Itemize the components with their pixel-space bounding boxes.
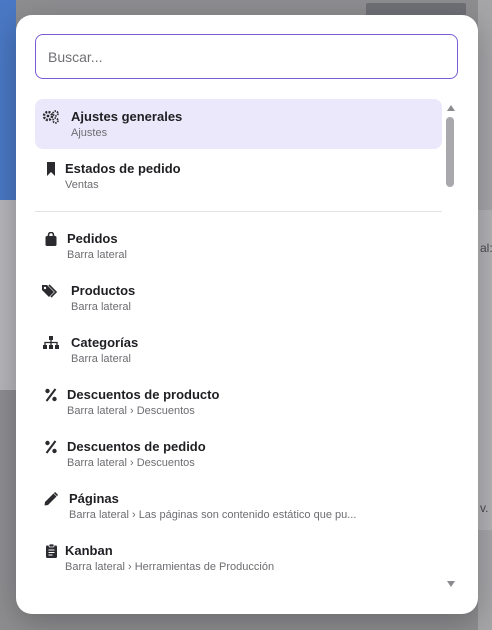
background-sidebar [0,0,16,200]
results-list: Ajustes generales Ajustes Estados de ped… [16,99,446,599]
result-title: Categorías [71,335,139,350]
background-text: al: [480,241,492,255]
result-item-categorias[interactable]: Categorías Barra lateral [35,325,442,375]
result-item-paginas[interactable]: Páginas Barra lateral › Las páginas son … [35,481,442,531]
result-subtitle: Ventas [65,179,99,191]
result-subtitle: Barra lateral [67,249,127,261]
background-panel-left [0,200,16,390]
result-title: Productos [71,283,136,298]
bookmark-icon [42,161,60,177]
result-subtitle: Barra lateral › Las páginas son contenid… [69,509,357,521]
result-item-descuentos-de-pedido[interactable]: Descuentos de pedido Barra lateral › Des… [35,429,442,479]
section-divider [35,211,442,212]
result-item-estados-de-pedido[interactable]: Estados de pedido Ventas [35,151,442,201]
scrollbar[interactable] [444,103,456,593]
result-item-kanban[interactable]: Kanban Barra lateral › Herramientas de P… [35,533,442,583]
result-item-productos[interactable]: Productos Barra lateral [35,273,442,323]
result-subtitle: Barra lateral › Descuentos [67,405,195,417]
result-title: Estados de pedido [65,161,181,176]
scroll-down-icon[interactable] [447,581,455,587]
tags-icon [42,283,60,299]
result-subtitle: Barra lateral › Herramientas de Producci… [65,561,275,573]
percent-icon [42,387,60,403]
scrollbar-thumb[interactable] [446,117,454,187]
scroll-up-icon[interactable] [447,105,455,111]
result-subtitle: Ajustes [71,127,108,139]
shopping-bag-icon [42,231,60,247]
gears-icon [42,109,60,125]
result-item-descuentos-de-producto[interactable]: Descuentos de producto Barra lateral › D… [35,377,442,427]
command-palette-modal: Ajustes generales Ajustes Estados de ped… [16,15,478,614]
result-title: Ajustes generales [71,109,183,124]
background-panel-right-lower [478,210,492,530]
result-title: Descuentos de pedido [67,439,206,454]
pencil-icon [42,491,60,507]
result-subtitle: Barra lateral [71,301,131,313]
result-title: Descuentos de producto [67,387,220,402]
result-title: Kanban [65,543,113,558]
background-text: v. [480,501,489,515]
result-item-pedidos[interactable]: Pedidos Barra lateral [35,221,442,271]
result-subtitle: Barra lateral › Descuentos [67,457,195,469]
sitemap-icon [42,335,60,351]
result-title: Pedidos [67,231,118,246]
result-title: Páginas [69,491,119,506]
search-input[interactable] [35,34,458,79]
clipboard-icon [42,543,60,559]
percent-icon [42,439,60,455]
result-item-ajustes-generales[interactable]: Ajustes generales Ajustes [35,99,442,149]
result-subtitle: Barra lateral [71,353,131,365]
